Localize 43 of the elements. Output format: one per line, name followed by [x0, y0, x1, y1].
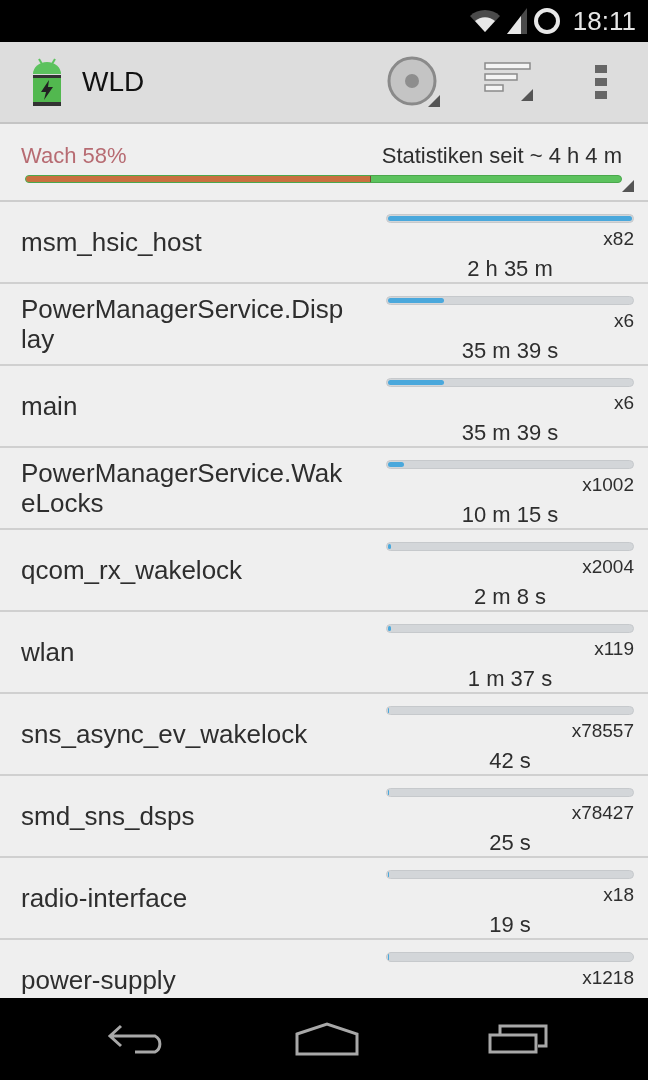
recents-icon[interactable] — [488, 1024, 548, 1054]
statistics-since-label: Statistiken seit ~ 4 h 4 m — [381, 142, 622, 170]
disc-icon[interactable] — [386, 56, 441, 108]
sort-icon[interactable] — [483, 62, 534, 102]
wakelock-duration: 42 s — [489, 748, 531, 774]
wakelock-name: radio-interface — [20, 883, 189, 913]
more-menu-icon[interactable] — [595, 65, 607, 99]
dropdown-corner-icon[interactable] — [622, 180, 634, 192]
wakelock-duration: 1 m 37 s — [467, 666, 553, 692]
wakelock-duration: 10 m 15 s — [461, 502, 559, 528]
wakelock-duration: 35 m 39 s — [461, 420, 559, 446]
wakelock-duration: 35 m 39 s — [461, 338, 559, 364]
wakelock-name: PowerManagerService.WakeLocks — [20, 458, 344, 518]
wakelock-duration: 2 h 35 m — [467, 256, 553, 282]
wakelock-duration: 19 s — [489, 912, 531, 938]
wakelock-name: qcom_rx_wakelock — [20, 555, 244, 585]
app-logo-icon — [32, 58, 62, 106]
wakelock-count: x6 — [613, 392, 634, 414]
wakelock-count: x119 — [594, 638, 634, 660]
wakelock-name: main — [20, 391, 79, 421]
wifi-icon — [468, 8, 501, 34]
wakelock-name: msm_hsic_host — [20, 227, 203, 257]
wakelock-count: x82 — [603, 228, 634, 250]
wakelock-count: x2004 — [582, 556, 634, 578]
wakelock-count: x1218 — [582, 967, 634, 989]
awake-percentage: Wach 58% — [21, 142, 127, 170]
wakelock-name: power-supply — [20, 965, 177, 995]
wakelock-count: x18 — [603, 884, 634, 906]
wakelock-count: x1002 — [582, 474, 634, 496]
status-time: 18:11 — [572, 6, 636, 36]
app-title: WLD — [82, 65, 145, 99]
wakelock-duration: 25 s — [489, 830, 531, 856]
wakelock-duration: 2 m 8 s — [473, 584, 547, 610]
wakelock-count: x6 — [613, 310, 634, 332]
wakelock-count: x78427 — [571, 802, 634, 824]
signal-icon — [506, 8, 527, 34]
home-icon[interactable] — [294, 1022, 359, 1056]
wakelock-count: x78557 — [571, 720, 634, 742]
wakelock-name: wlan — [20, 637, 76, 667]
wakelock-name: smd_sns_dsps — [20, 801, 196, 831]
wakelock-name: sns_async_ev_wakelock — [20, 719, 309, 749]
ring-icon — [532, 7, 561, 35]
wakelock-name: PowerManagerService.Display — [20, 294, 345, 354]
